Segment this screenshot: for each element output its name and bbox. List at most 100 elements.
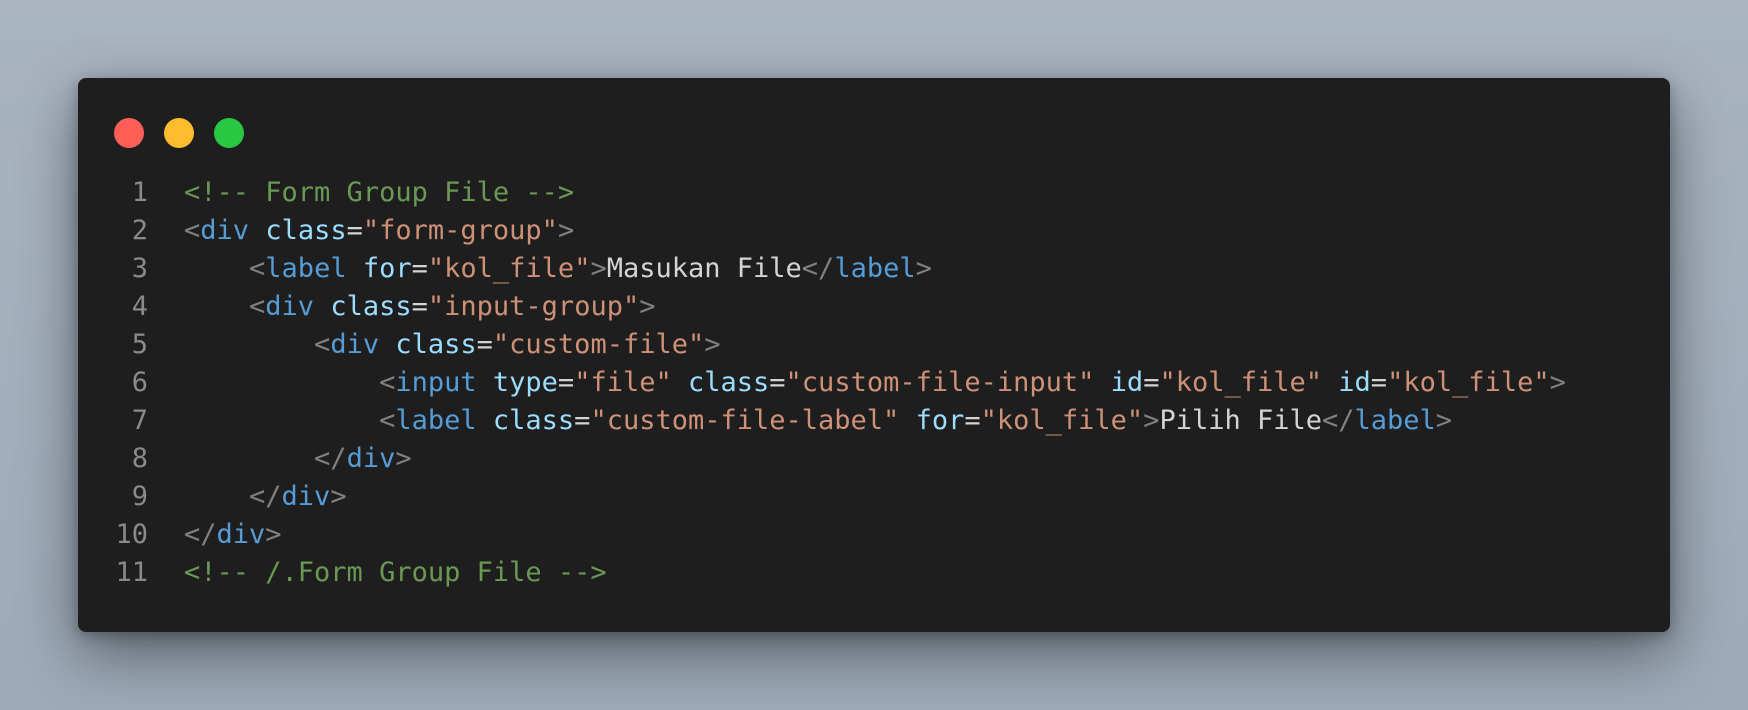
code-token: "input-group" bbox=[427, 291, 640, 322]
code-token: = bbox=[769, 367, 786, 398]
code-line: 10 </div> bbox=[78, 516, 1670, 554]
code-token: label bbox=[834, 253, 916, 284]
line-content: <div class="input-group"> bbox=[148, 288, 1670, 326]
code-token: = bbox=[411, 253, 428, 284]
code-token: </ bbox=[314, 443, 347, 474]
code-token: < bbox=[249, 253, 266, 284]
code-token: div bbox=[265, 291, 315, 322]
code-token: > bbox=[395, 443, 412, 474]
code-token: <!-- Form Group File --> bbox=[184, 177, 575, 208]
code-token: = bbox=[964, 405, 981, 436]
maximize-button[interactable] bbox=[214, 118, 244, 148]
code-token: = bbox=[574, 405, 591, 436]
code-line: 6 <input type="file" class="custom-file-… bbox=[78, 364, 1670, 402]
code-token: "kol_file" bbox=[980, 405, 1144, 436]
line-content: <label for="kol_file">Masukan File</labe… bbox=[148, 250, 1670, 288]
code-token: > bbox=[265, 519, 282, 550]
line-number: 2 bbox=[131, 215, 148, 246]
code-line: 9 </div> bbox=[78, 478, 1670, 516]
code-token: > bbox=[915, 253, 932, 284]
line-content: </div> bbox=[148, 516, 1670, 554]
code-token: div bbox=[200, 215, 250, 246]
code-line: 7 <label class="custom-file-label" for="… bbox=[78, 402, 1670, 440]
code-token: < bbox=[314, 329, 331, 360]
code-token: = bbox=[476, 329, 493, 360]
code-line: 4 <div class="input-group"> bbox=[78, 288, 1670, 326]
code-line: 5 <div class="custom-file"> bbox=[78, 326, 1670, 364]
code-token: = bbox=[346, 215, 363, 246]
code-token: class bbox=[492, 405, 575, 436]
line-number: 4 bbox=[131, 291, 148, 322]
code-token: > bbox=[1435, 405, 1453, 436]
code-token: div bbox=[281, 481, 331, 512]
code-token: class bbox=[688, 367, 770, 398]
code-token: "custom-file-input" bbox=[785, 367, 1095, 398]
code-token: "file" bbox=[574, 367, 672, 398]
code-token: label bbox=[1354, 405, 1436, 436]
code-token: input bbox=[395, 367, 477, 398]
code-token: label bbox=[395, 405, 477, 436]
line-number: 7 bbox=[131, 405, 148, 436]
code-token: Masukan File bbox=[606, 253, 802, 284]
code-token: </ bbox=[184, 519, 217, 550]
line-number: 9 bbox=[131, 481, 148, 512]
code-window: 1 <!-- Form Group File --> 2 <div class="fo… bbox=[78, 78, 1670, 632]
line-content: <label class="custom-file-label" for="ko… bbox=[148, 402, 1670, 440]
line-number: 5 bbox=[131, 329, 148, 360]
minimize-button[interactable] bbox=[164, 118, 194, 148]
code-token: "kol_file" bbox=[427, 253, 591, 284]
code-token: > bbox=[639, 291, 656, 322]
code-line: 2 <div class="form-group"> bbox=[78, 212, 1670, 250]
code-token: > bbox=[704, 329, 721, 360]
code-token: class bbox=[265, 215, 347, 246]
code-token: > bbox=[1549, 367, 1566, 398]
code-line: 1 <!-- Form Group File --> bbox=[78, 174, 1670, 212]
code-line: 11 <!-- /.Form Group File --> bbox=[78, 554, 1670, 592]
code-token: for bbox=[362, 253, 412, 284]
code-editor: 1 <!-- Form Group File --> 2 <div class="fo… bbox=[78, 174, 1670, 592]
code-token: < bbox=[184, 215, 201, 246]
code-token: </ bbox=[1322, 405, 1355, 436]
line-content: <!-- Form Group File --> bbox=[148, 174, 1670, 212]
code-token: div bbox=[346, 443, 396, 474]
line-content: <div class="form-group"> bbox=[148, 212, 1670, 250]
code-token: < bbox=[379, 367, 396, 398]
line-content: <!-- /.Form Group File --> bbox=[148, 554, 1670, 592]
code-token: div bbox=[330, 329, 380, 360]
window-controls bbox=[114, 118, 244, 148]
code-token: < bbox=[249, 291, 266, 322]
code-token: label bbox=[265, 253, 347, 284]
code-line: 8 </div> bbox=[78, 440, 1670, 478]
code-token: </ bbox=[801, 253, 835, 284]
line-content: <div class="custom-file"> bbox=[148, 326, 1670, 364]
code-token: "kol_file" bbox=[1159, 367, 1323, 398]
code-token: <!-- /.Form Group File --> bbox=[184, 557, 607, 588]
line-number: 8 bbox=[131, 443, 148, 474]
code-line: 3 <label for="kol_file">Masukan File</la… bbox=[78, 250, 1670, 288]
code-token: > bbox=[590, 253, 607, 284]
code-token: "kol_file" bbox=[1387, 367, 1550, 398]
code-token: class bbox=[395, 329, 477, 360]
code-token: > bbox=[557, 215, 575, 246]
code-token: div bbox=[216, 519, 266, 550]
code-token: id bbox=[1338, 367, 1371, 398]
code-token: = bbox=[411, 291, 428, 322]
code-token: "form-group" bbox=[362, 215, 558, 246]
close-button[interactable] bbox=[114, 118, 144, 148]
code-token: = bbox=[1370, 367, 1388, 398]
